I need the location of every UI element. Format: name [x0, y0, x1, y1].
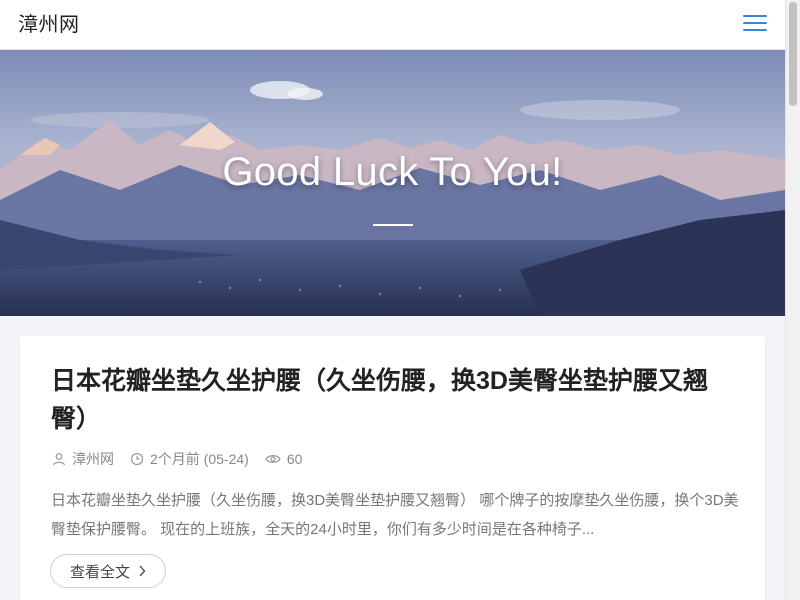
- eye-icon: [265, 455, 281, 463]
- meta-views: 60: [265, 451, 303, 467]
- article-excerpt: 日本花瓣坐垫久坐护腰（久坐伤腰，换3D美臀坐垫护腰又翘臀） 哪个牌子的按摩垫久坐…: [51, 492, 739, 538]
- article-title[interactable]: 日本花瓣坐垫久坐护腰（久坐伤腰，换3D美臀坐垫护腰又翘臀）: [51, 362, 741, 438]
- top-navbar: 漳州网: [0, 0, 785, 50]
- article-card: 日本花瓣坐垫久坐护腰（久坐伤腰，换3D美臀坐垫护腰又翘臀） 漳州网 2个月前 (…: [20, 336, 765, 600]
- view-count: 60: [286, 451, 303, 467]
- meta-date: 2个月前 (05-24): [130, 449, 249, 469]
- hamburger-menu-icon[interactable]: [743, 15, 767, 35]
- site-logo-text[interactable]: 漳州网: [18, 12, 80, 38]
- article-meta: 漳州网 2个月前 (05-24) 60: [52, 449, 318, 469]
- read-more-button[interactable]: 查看全文: [50, 554, 166, 588]
- page: 漳州网 Good Luck To You! 日本花瓣坐垫久坐护腰（久坐伤腰，换3…: [0, 0, 800, 600]
- user-icon: [52, 453, 66, 466]
- page-scrollbar[interactable]: [785, 0, 800, 600]
- hero-banner: Good Luck To You!: [0, 50, 785, 316]
- clock-icon: [130, 452, 144, 466]
- meta-author: 漳州网: [52, 449, 114, 469]
- author-name[interactable]: 漳州网: [72, 449, 114, 469]
- read-more-label: 查看全文: [69, 563, 130, 581]
- hero-divider: [373, 224, 413, 226]
- post-date: 2个月前 (05-24): [150, 451, 249, 467]
- hero-title: Good Luck To You!: [222, 150, 563, 194]
- scrollbar-thumb[interactable]: [789, 2, 797, 106]
- chevron-right-icon: [138, 565, 146, 577]
